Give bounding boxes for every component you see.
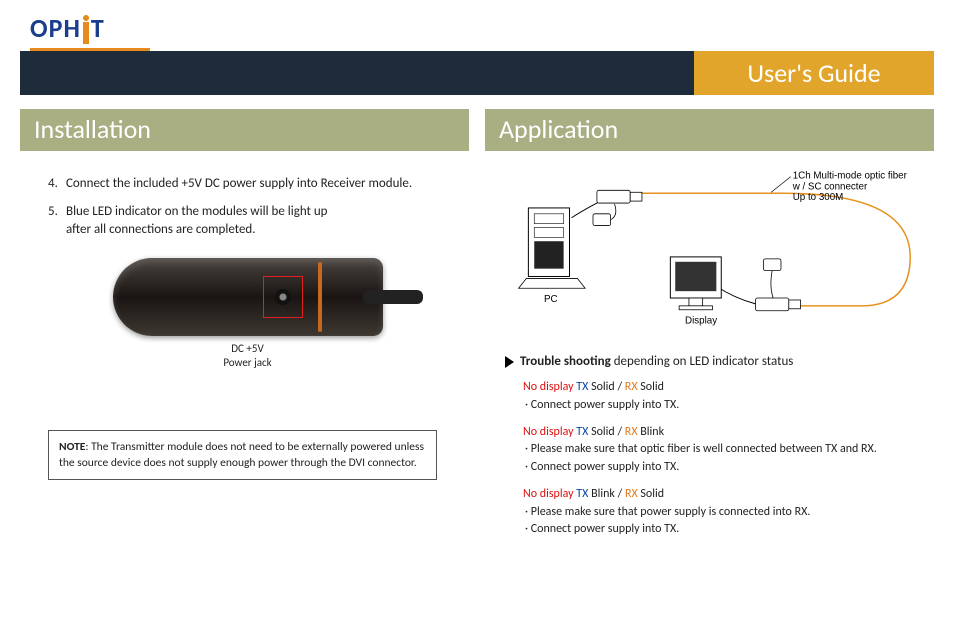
- rx-state: Solid: [638, 487, 664, 501]
- ts-bullet: · Please make sure that optic fiber is w…: [525, 442, 877, 456]
- tx-label: TX: [576, 425, 588, 439]
- note-bold: NOTE: [59, 440, 85, 454]
- step-text-line: Blue LED indicator on the modules will b…: [66, 204, 327, 219]
- tx-module-icon: [597, 190, 630, 203]
- rx-state: Blink: [638, 425, 665, 439]
- logo-i-icon: [83, 22, 89, 44]
- rx-module-icon: [756, 298, 789, 311]
- install-step-5: 5. Blue LED indicator on the modules wil…: [48, 203, 447, 239]
- ts-case-1: No display TX Solid / RX Solid · Connect…: [523, 379, 920, 414]
- column-installation: Installation 4. Connect the included +5V…: [20, 109, 477, 609]
- tx-state: Blink /: [588, 487, 625, 501]
- fiber-label-line: 1Ch Multi-mode optic fiber: [793, 171, 908, 182]
- no-display-label: No display: [523, 425, 574, 439]
- fiber-label-line: Up to 300M: [793, 192, 844, 203]
- step-text: Blue LED indicator on the modules will b…: [66, 203, 447, 239]
- step-number: 5.: [48, 203, 66, 239]
- troubleshooting-header: Trouble shooting depending on LED indica…: [505, 353, 920, 371]
- product-photo-area: DC +5V Power jack: [48, 258, 447, 371]
- application-header: Application: [485, 109, 934, 151]
- title-bar-label: User's Guide: [694, 51, 934, 95]
- title-bar-dark: [20, 51, 694, 95]
- ts-case-2: No display TX Solid / RX Blink · Please …: [523, 424, 920, 476]
- triangle-icon: [505, 356, 514, 368]
- tx-state: Solid /: [588, 425, 624, 439]
- column-application: Application PC: [477, 109, 934, 609]
- ts-case-3: No display TX Blink / RX Solid · Please …: [523, 486, 920, 538]
- ts-bullet: · Connect power supply into TX.: [525, 398, 679, 412]
- fiber-label-line: w / SC connecter: [792, 181, 868, 192]
- note-text: : The Transmitter module does not need t…: [59, 440, 424, 470]
- connection-diagram: PC: [499, 157, 920, 347]
- caption-line: DC +5V: [231, 342, 263, 355]
- tx-label: TX: [576, 380, 588, 394]
- rx-state: Solid: [638, 380, 664, 394]
- rx-label: RX: [625, 380, 638, 394]
- keyboard-icon: [519, 278, 586, 288]
- ts-bullet: · Connect power supply into TX.: [525, 460, 679, 474]
- step-text-line: after all connections are completed.: [66, 222, 256, 237]
- power-adapter-icon: [763, 259, 781, 271]
- rx-label: RX: [625, 425, 638, 439]
- photo-caption: DC +5V Power jack: [48, 342, 447, 371]
- tx-label: TX: [576, 487, 588, 501]
- ts-bullet: · Connect power supply into TX.: [525, 522, 679, 536]
- step-number: 4.: [48, 175, 66, 193]
- title-bar: User's Guide: [20, 51, 934, 95]
- installation-header: Installation: [20, 109, 469, 151]
- step-text: Connect the included +5V DC power supply…: [66, 175, 447, 193]
- receiver-module-photo: [113, 258, 383, 336]
- display-label: Display: [685, 315, 717, 326]
- power-adapter-icon: [593, 214, 611, 226]
- pc-label: PC: [544, 294, 558, 305]
- no-display-label: No display: [523, 380, 574, 394]
- note-box: NOTE: The Transmitter module does not ne…: [48, 430, 437, 480]
- tx-state: Solid /: [588, 380, 624, 394]
- ts-header-rest: depending on LED indicator status: [611, 354, 794, 369]
- ts-bullet: · Please make sure that power supply is …: [525, 505, 810, 519]
- ts-header-bold: Trouble shooting: [520, 354, 611, 369]
- brand-logo: OPHT: [30, 12, 934, 44]
- no-display-label: No display: [523, 487, 574, 501]
- rx-label: RX: [625, 487, 638, 501]
- highlight-box-icon: [263, 276, 303, 318]
- install-step-4: 4. Connect the included +5V DC power sup…: [48, 175, 447, 193]
- caption-line: Power jack: [223, 356, 271, 369]
